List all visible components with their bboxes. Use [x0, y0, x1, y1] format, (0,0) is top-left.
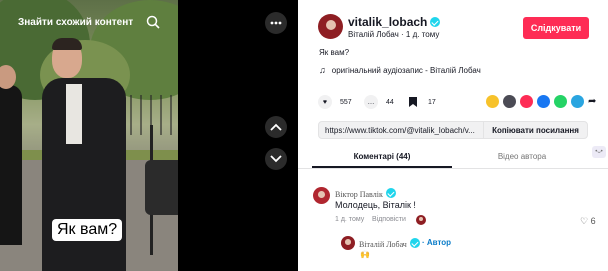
save-button[interactable]: 17	[406, 95, 436, 109]
heart-outline-icon: ♡	[580, 216, 589, 226]
music-note-icon: ♫	[319, 65, 326, 75]
video-person-hair	[52, 38, 82, 50]
comment-like-button[interactable]: ♡ 6	[580, 216, 596, 227]
video-caption: Як вам?	[52, 219, 123, 241]
video-person-shirt	[66, 84, 82, 144]
reply-text: 🙌	[360, 250, 370, 259]
reply-author-avatar[interactable]	[341, 236, 355, 250]
tabs-divider	[298, 168, 608, 169]
comment-text: Молодець, Віталік !	[335, 200, 416, 210]
video-person-left	[0, 85, 22, 245]
reply-author[interactable]: Віталій Лобач	[359, 238, 420, 249]
comment-count: 44	[386, 98, 394, 106]
author-badge-text: Автор	[426, 238, 452, 247]
comment-author-text[interactable]: Віктор Павлік	[335, 190, 383, 199]
author-subline: Віталій Лобач · 1 д. тому	[348, 30, 440, 39]
verified-icon	[430, 17, 441, 27]
author-badge: · Автор	[422, 238, 452, 247]
embed-share-icon[interactable]	[486, 95, 499, 108]
extension-icon[interactable]: •ᴗ•	[592, 146, 606, 158]
music-title[interactable]: оригінальний аудіозапис - Віталій Лобач	[332, 66, 481, 75]
post-description: Як вам?	[319, 48, 350, 57]
commenter-avatar[interactable]	[313, 187, 330, 204]
code-share-icon[interactable]	[503, 95, 516, 108]
reply-author-text[interactable]: Віталій Лобач	[359, 240, 407, 249]
comment-button[interactable]: … 44	[364, 95, 394, 109]
tab-author-videos[interactable]: Відео автора	[452, 152, 592, 161]
previous-video-button[interactable]	[265, 116, 287, 138]
more-icon	[270, 21, 282, 25]
tab-comments[interactable]: Коментарі (44)	[312, 152, 452, 161]
save-count: 17	[428, 98, 436, 106]
find-similar-link[interactable]: Знайти схожий контент	[18, 17, 133, 28]
like-button[interactable]: ♥ 557	[318, 95, 352, 109]
chevron-down-icon	[270, 155, 282, 163]
chevron-up-icon	[270, 123, 282, 131]
music-link[interactable]: ♫ оригінальний аудіозапис - Віталій Лобач	[319, 65, 481, 75]
send-share-icon[interactable]	[520, 95, 533, 108]
video-drum	[145, 160, 178, 215]
comment-icon: …	[364, 95, 378, 109]
author-username[interactable]: vitalik_lobach	[348, 15, 441, 29]
whatsapp-share-icon[interactable]	[554, 95, 567, 108]
liked-by-author-avatar	[416, 215, 426, 225]
video-controls-area	[178, 0, 298, 271]
author-display-name: Віталій Лобач	[348, 30, 399, 39]
telegram-share-icon[interactable]	[571, 95, 584, 108]
facebook-share-icon[interactable]	[537, 95, 550, 108]
link-box: https://www.tiktok.com/@vitalik_lobach/v…	[318, 121, 588, 139]
video-url[interactable]: https://www.tiktok.com/@vitalik_lobach/v…	[325, 126, 475, 135]
bookmark-icon	[406, 95, 420, 109]
more-options-button[interactable]	[265, 12, 287, 34]
author-username-text[interactable]: vitalik_lobach	[348, 15, 427, 29]
next-video-button[interactable]	[265, 148, 287, 170]
verified-icon	[385, 188, 396, 198]
verified-icon	[409, 238, 420, 248]
follow-button[interactable]: Слідкувати	[523, 17, 589, 39]
comment-like-count: 6	[590, 216, 596, 226]
comment-author[interactable]: Віктор Павлік	[335, 188, 396, 199]
search-icon[interactable]	[146, 15, 160, 29]
forward-share-icon[interactable]: ➦	[588, 95, 601, 108]
post-time: 1 д. тому	[405, 30, 440, 39]
copy-link-button[interactable]: Копіювати посилання	[483, 122, 587, 138]
author-avatar[interactable]	[318, 14, 343, 39]
comment-time: 1 д. тому	[335, 216, 365, 223]
video-player[interactable]: Знайти схожий контент Як вам?	[0, 0, 178, 271]
heart-icon: ♥	[318, 95, 332, 109]
video-person-main	[42, 78, 126, 271]
like-count: 557	[340, 98, 352, 106]
reply-link[interactable]: Відповісти	[372, 216, 406, 223]
share-icons: ➦	[486, 95, 601, 108]
video-details-panel: vitalik_lobach Віталій Лобач · 1 д. тому…	[298, 0, 608, 271]
